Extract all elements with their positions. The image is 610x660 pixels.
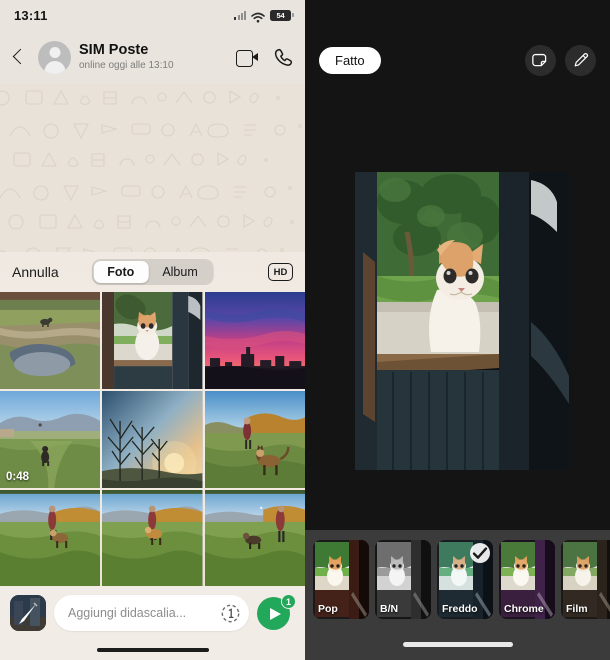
selected-photo-thumbnail[interactable] [10, 595, 46, 631]
checkmark-icon [470, 543, 490, 563]
caption-placeholder: Aggiungi didascalia... [68, 606, 187, 620]
photo-cell-sunset-town[interactable] [204, 292, 305, 389]
wifi-icon [251, 10, 265, 22]
filter-label: Film [566, 603, 588, 615]
chat-title[interactable]: SIM Poste online oggi alle 13:10 [79, 42, 228, 71]
tab-album[interactable]: Album [148, 261, 211, 283]
phone-icon[interactable] [274, 48, 293, 67]
filter-bn[interactable]: B/N [375, 540, 431, 619]
sticker-icon[interactable] [525, 44, 556, 76]
send-count-badge: 1 [281, 594, 296, 609]
filters-scroll[interactable]: Pop B/N Freddo Chrome Film [305, 540, 610, 619]
filter-label: Pop [318, 603, 338, 615]
photo-grid: 0:48 [0, 292, 305, 586]
battery-icon: 54 [270, 9, 294, 21]
filter-label: B/N [380, 603, 399, 615]
chat-header: SIM Poste online oggi alle 13:10 [0, 30, 305, 84]
photo-editor-panel: Fatto Pop B/N Freddo Chrome Film [305, 0, 610, 660]
cancel-button[interactable]: Annulla [12, 264, 59, 280]
picker-toolbar: Annulla Foto Album HD [0, 252, 305, 292]
photo-cell-person-shepherd[interactable] [204, 391, 305, 488]
status-time: 13:11 [14, 7, 48, 23]
filter-label: Chrome [504, 603, 544, 615]
back-arrow-icon[interactable] [8, 45, 30, 69]
photo-cell-meadow-walk-a[interactable] [0, 490, 101, 586]
video-duration: 0:48 [6, 471, 30, 483]
header-actions [236, 48, 293, 67]
hd-quality-icon[interactable]: HD [268, 263, 293, 281]
contact-name: SIM Poste [79, 42, 149, 59]
photo-cell-dog-bridge[interactable] [0, 292, 101, 389]
filter-chrome[interactable]: Chrome [499, 540, 555, 619]
filter-film[interactable]: Film [561, 540, 610, 619]
photo-cell-video-dog-field[interactable]: 0:48 [0, 391, 101, 488]
contact-presence: online oggi alle 13:10 [79, 60, 174, 72]
photo-cell-cat-window[interactable] [102, 292, 203, 389]
filter-pop[interactable]: Pop [313, 540, 369, 619]
filter-freddo[interactable]: Freddo [437, 540, 493, 619]
filter-label: Freddo [442, 603, 478, 615]
photo-cell-meadow-standing[interactable] [204, 490, 305, 586]
home-indicator-right [402, 642, 513, 647]
photo-cell-meadow-walk-b[interactable] [102, 490, 203, 586]
filters-bar: Pop B/N Freddo Chrome Film [305, 530, 610, 660]
editor-toolbar: Fatto [305, 42, 610, 78]
status-icons: 54 [234, 9, 294, 22]
home-indicator-left [96, 647, 209, 652]
send-control: 1 [257, 594, 296, 631]
view-once-icon[interactable] [220, 603, 241, 624]
screenshot-root: 13:11 54 SIM Poste online oggi alle 13:1… [0, 0, 610, 660]
photo-preview[interactable] [355, 172, 569, 470]
picker-tabs: Foto Album [91, 259, 214, 285]
whatsapp-chat-panel: 13:11 54 SIM Poste online oggi alle 13:1… [0, 0, 305, 660]
tab-foto[interactable]: Foto [93, 261, 149, 283]
photo-picker-sheet: Annulla Foto Album HD 0:48 Aggiungi dida… [0, 252, 305, 660]
video-camera-icon[interactable] [236, 49, 258, 67]
caption-input[interactable]: Aggiungi didascalia... [54, 595, 249, 631]
cellular-signal-icon [234, 10, 246, 20]
editor-tools [525, 44, 596, 76]
avatar[interactable] [38, 40, 71, 74]
status-bar: 13:11 54 [0, 0, 305, 30]
photo-cell-trees-sunrise[interactable] [102, 391, 203, 488]
pencil-draw-icon[interactable] [565, 44, 596, 76]
done-button[interactable]: Fatto [319, 46, 381, 74]
